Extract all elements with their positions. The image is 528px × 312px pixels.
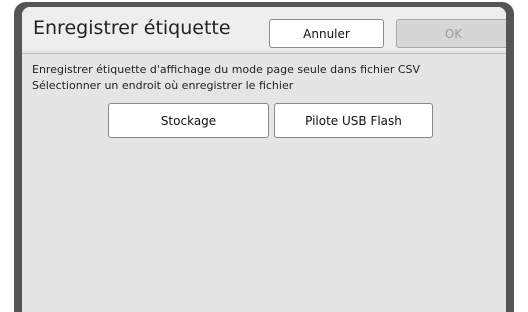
storage-button[interactable]: Stockage	[108, 103, 269, 138]
description-line-2: Sélectionner un endroit où enregistrer l…	[32, 79, 294, 92]
description: Enregistrer étiquette d'affichage du mod…	[32, 62, 420, 94]
dialog-panel: Enregistrer étiquette Annuler OK Enregis…	[22, 7, 506, 312]
dialog-title: Enregistrer étiquette	[33, 17, 231, 39]
header-divider	[22, 53, 506, 54]
dialog-header: Enregistrer étiquette Annuler OK	[22, 7, 506, 50]
dialog-frame: Enregistrer étiquette Annuler OK Enregis…	[14, 2, 514, 312]
cancel-button[interactable]: Annuler	[269, 19, 384, 48]
description-line-1: Enregistrer étiquette d'affichage du mod…	[32, 63, 421, 76]
ok-button: OK	[396, 19, 506, 48]
usb-flash-button[interactable]: Pilote USB Flash	[274, 103, 433, 138]
